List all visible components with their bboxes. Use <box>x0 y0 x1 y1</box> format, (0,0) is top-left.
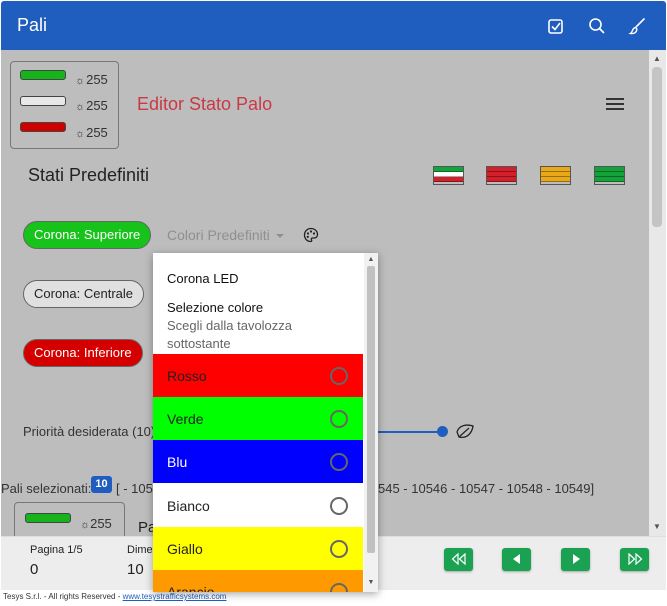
radio-button[interactable] <box>330 583 348 592</box>
pali-selezionati-label: Pali selezionati: <box>1 481 92 496</box>
pali-count-badge: 10 <box>91 476 112 493</box>
card-led-bar <box>25 513 71 523</box>
card-led-value: ☼255 <box>80 516 112 531</box>
preset-state-2[interactable] <box>486 166 517 185</box>
page-scrollbar-thumb[interactable] <box>652 67 662 227</box>
pali-list-start: [ - 105 <box>116 481 153 496</box>
app-bar: Pali <box>1 1 666 50</box>
preset-state-3[interactable] <box>540 166 571 185</box>
colori-predefiniti-dropdown[interactable]: Colori Predefiniti <box>167 227 284 243</box>
corona-inferiore-chip[interactable]: Corona: Inferiore <box>23 339 143 367</box>
color-picker-menu: Corona LED Selezione colore Scegli dalla… <box>153 253 378 592</box>
scroll-down-icon[interactable]: ▼ <box>652 522 662 532</box>
color-option-label: Blu <box>167 454 188 470</box>
menu-scrollbar-thumb[interactable] <box>367 266 375 553</box>
page-label: Pagina 1/5 <box>30 544 83 556</box>
color-option-rosso[interactable]: Rosso <box>153 354 363 397</box>
footer-link[interactable]: www.tesystrafficsystems.com <box>123 592 227 601</box>
colori-predefiniti-label: Colori Predefiniti <box>167 227 270 243</box>
brightness-icon: ☼ <box>80 519 91 531</box>
color-option-verde[interactable]: Verde <box>153 397 363 440</box>
color-option-label: Verde <box>167 411 204 427</box>
priority-slider-track[interactable] <box>378 431 442 433</box>
led-bar-middle <box>20 96 66 106</box>
next-page-button[interactable] <box>561 548 590 571</box>
led-bar-bottom <box>20 122 66 132</box>
corona-centrale-chip[interactable]: Corona: Centrale <box>23 280 144 308</box>
brightness-icon: ☼ <box>75 75 86 87</box>
preset-state-1[interactable] <box>433 166 464 185</box>
menu-description: Scegli dalla tavolozza sottostante <box>167 318 293 351</box>
prev-icon <box>512 554 520 564</box>
led-value-bottom: ☼255 <box>75 125 108 140</box>
radio-button[interactable] <box>330 410 348 428</box>
color-option-label: Giallo <box>167 541 203 557</box>
color-option-label: Rosso <box>167 368 207 384</box>
radio-button[interactable] <box>330 497 348 515</box>
brightness-icon: ☼ <box>75 101 86 113</box>
search-icon[interactable] <box>587 16 607 36</box>
radio-button[interactable] <box>330 540 348 558</box>
radio-button[interactable] <box>330 453 348 471</box>
checkbox-icon[interactable] <box>546 16 566 36</box>
color-option-label: Arancio <box>167 584 215 592</box>
first-page-button[interactable] <box>444 548 473 571</box>
radio-button[interactable] <box>330 367 348 385</box>
app-title: Pali <box>17 15 48 35</box>
menu-subtitle: Selezione colore <box>167 300 264 315</box>
chevron-down-icon <box>275 234 284 239</box>
leaf-icon <box>456 424 474 439</box>
color-option-giallo[interactable]: Giallo <box>153 527 363 570</box>
last-page-button[interactable] <box>620 548 649 571</box>
color-option-bianco[interactable]: Bianco <box>153 484 363 527</box>
footer-text: Tesys S.r.l. - All rights Reserved - <box>3 592 123 601</box>
led-status-box: ☼255 ☼255 ☼255 <box>10 61 119 149</box>
scroll-up-icon[interactable]: ▲ <box>652 54 662 64</box>
page-value: 0 <box>30 561 39 578</box>
priority-label: Priorità desiderata (10) <box>23 424 156 439</box>
fast-forward-icon <box>627 553 642 565</box>
dimension-label: Dime <box>127 544 153 556</box>
color-option-blu[interactable]: Blu <box>153 440 363 483</box>
color-option-label: Bianco <box>167 498 210 514</box>
stati-predefiniti-title: Stati Predefiniti <box>28 165 150 185</box>
led-value-middle: ☼255 <box>75 98 108 113</box>
rewind-icon <box>451 553 466 565</box>
prev-page-button[interactable] <box>502 548 531 571</box>
priority-slider-handle[interactable] <box>437 426 448 437</box>
brightness-icon: ☼ <box>75 128 86 140</box>
scroll-up-icon[interactable]: ▲ <box>366 256 376 263</box>
footer: Tesys S.r.l. - All rights Reserved - www… <box>1 590 666 605</box>
pali-list-end: 545 - 10546 - 10547 - 10548 - 10549] <box>378 481 595 496</box>
brush-icon[interactable] <box>628 16 648 36</box>
preset-state-4[interactable] <box>594 166 625 185</box>
menu-scrollbar[interactable]: ▲ ▼ <box>364 253 378 592</box>
next-icon <box>572 554 580 564</box>
color-option-arancio[interactable]: Arancio <box>153 570 363 592</box>
palette-icon[interactable] <box>303 227 319 243</box>
scroll-down-icon[interactable]: ▼ <box>366 579 376 586</box>
corona-superiore-chip[interactable]: Corona: Superiore <box>23 221 152 249</box>
menu-header: Corona LED <box>167 271 239 286</box>
editor-title: Editor Stato Palo <box>137 94 273 114</box>
led-bar-top <box>20 70 66 80</box>
menu-icon[interactable] <box>606 98 624 112</box>
dimension-value: 10 <box>127 561 144 578</box>
led-value-top: ☼255 <box>75 72 108 87</box>
